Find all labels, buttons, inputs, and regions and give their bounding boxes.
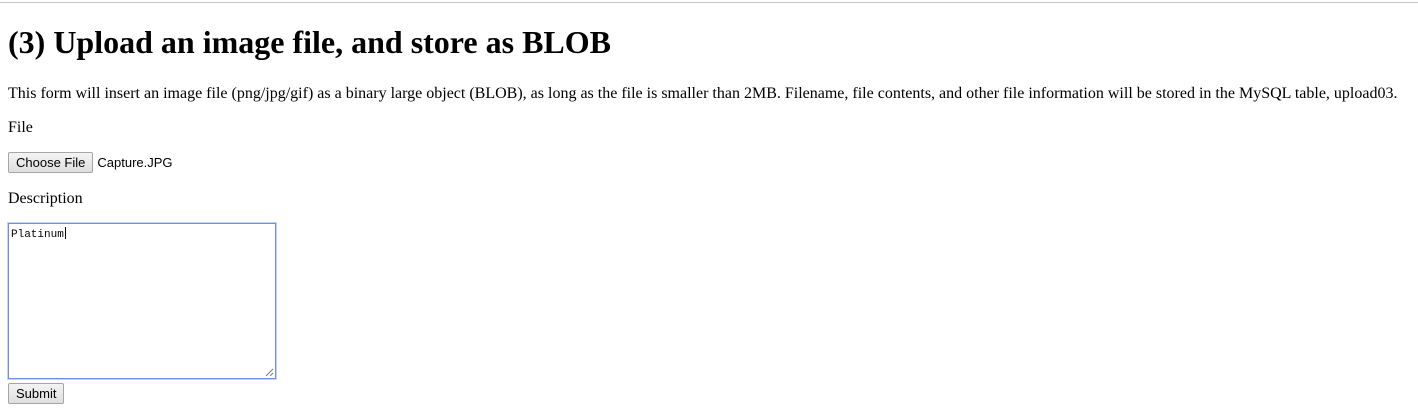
description-label: Description bbox=[8, 190, 83, 207]
submit-wrapper: Submit bbox=[8, 383, 65, 404]
file-input[interactable]: Choose File Capture.JPG bbox=[8, 152, 173, 173]
file-label: File bbox=[8, 119, 33, 136]
page-title: (3) Upload an image file, and store as B… bbox=[8, 24, 611, 60]
form-description-text: This form will insert an image file (png… bbox=[8, 85, 1398, 102]
description-value: Platinum bbox=[11, 229, 64, 241]
selected-file-name: Capture.JPG bbox=[97, 155, 173, 170]
submit-button[interactable]: Submit bbox=[8, 383, 65, 404]
choose-file-button[interactable]: Choose File bbox=[8, 152, 94, 173]
resize-grip-icon[interactable] bbox=[265, 368, 274, 377]
top-divider bbox=[0, 2, 1418, 3]
description-textarea[interactable]: Platinum bbox=[7, 222, 277, 380]
